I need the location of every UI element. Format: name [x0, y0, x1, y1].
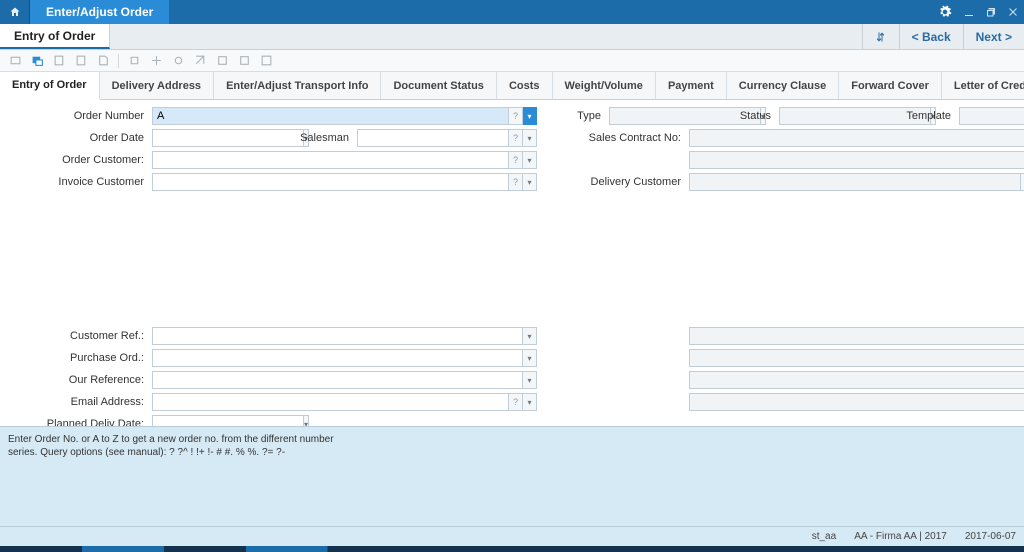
tab-payment[interactable]: Payment	[656, 72, 727, 99]
restore-button[interactable]	[980, 0, 1002, 24]
our-ref-input[interactable]	[152, 371, 523, 389]
tool-icon-4[interactable]	[72, 52, 90, 70]
template-input[interactable]	[959, 107, 1024, 125]
tool-icon-9[interactable]	[191, 52, 209, 70]
tool-icon-12[interactable]	[257, 52, 275, 70]
tab-weight-volume[interactable]: Weight/Volume	[553, 72, 656, 99]
customer-ref-dropdown[interactable]: ▾	[523, 327, 537, 345]
email-dropdown[interactable]: ▾	[523, 393, 537, 411]
status-bar: st_aa AA - Firma AA | 2017 2017-06-07	[0, 526, 1024, 546]
app-title-tab: Enter/Adjust Order	[30, 0, 169, 24]
tool-icon-5[interactable]	[94, 52, 112, 70]
close-button[interactable]	[1002, 0, 1024, 24]
tool-icon-3[interactable]	[50, 52, 68, 70]
tab-forward-cover[interactable]: Forward Cover	[839, 72, 942, 99]
label-email: Email Address:	[2, 396, 152, 408]
tool-icon-7[interactable]	[147, 52, 165, 70]
home-button[interactable]	[0, 0, 30, 24]
tool-icon-6[interactable]	[125, 52, 143, 70]
label-order-date: Order Date	[2, 132, 152, 144]
label-salesman: Salesman	[272, 132, 357, 144]
minimize-button[interactable]	[958, 0, 980, 24]
label-planned-deliv: Planned Deliv Date:	[2, 418, 152, 426]
task-strip	[0, 546, 1024, 552]
blank-right-3[interactable]	[689, 349, 1024, 367]
label-sales-contract: Sales Contract No:	[539, 132, 689, 144]
blank-right-5[interactable]	[689, 393, 1024, 411]
planned-deliv-dropdown[interactable]: ▾	[304, 415, 309, 426]
status-company: AA - Firma AA | 2017	[854, 531, 947, 542]
blank-right-4[interactable]	[689, 371, 1024, 389]
blank-right-1[interactable]	[689, 151, 1024, 169]
next-button[interactable]: Next >	[963, 24, 1024, 49]
label-purchase-ord: Purchase Ord.:	[2, 352, 152, 364]
tab-letter-of-credit[interactable]: Letter of Credit	[942, 72, 1024, 99]
toolbar	[0, 50, 1024, 72]
tab-costs[interactable]: Costs	[497, 72, 553, 99]
salesman-dropdown[interactable]: ▾	[523, 129, 537, 147]
order-customer-lookup[interactable]: ?	[509, 151, 523, 169]
invoice-customer-lookup[interactable]: ?	[509, 173, 523, 191]
order-customer-dropdown[interactable]: ▾	[523, 151, 537, 169]
order-number-input[interactable]	[152, 107, 509, 125]
label-customer-ref: Customer Ref.:	[2, 330, 152, 342]
invoice-customer-dropdown[interactable]: ▾	[523, 173, 537, 191]
label-type: Type	[539, 110, 609, 122]
order-number-dropdown[interactable]: ▾	[523, 107, 537, 125]
tab-delivery-address[interactable]: Delivery Address	[100, 72, 214, 99]
tool-icon-8[interactable]	[169, 52, 187, 70]
sales-contract-input[interactable]	[689, 129, 1024, 147]
order-number-lookup[interactable]: ?	[509, 107, 523, 125]
back-button[interactable]: < Back	[899, 24, 963, 49]
salesman-input[interactable]	[357, 129, 509, 147]
planned-deliv-input[interactable]	[152, 415, 304, 426]
sort-button[interactable]	[862, 24, 899, 49]
tool-icon-1[interactable]	[6, 52, 24, 70]
tab-entry-of-order[interactable]: Entry of Order	[0, 72, 100, 100]
label-status: Status	[699, 110, 779, 122]
tool-icon-2[interactable]	[28, 52, 46, 70]
tool-icon-10[interactable]	[213, 52, 231, 70]
order-customer-input[interactable]	[152, 151, 509, 169]
label-order-number: Order Number	[2, 110, 152, 122]
label-template: Template	[869, 110, 959, 122]
tool-icon-11[interactable]	[235, 52, 253, 70]
status-user: st_aa	[812, 531, 836, 542]
settings-button[interactable]	[932, 0, 958, 24]
detail-tabs: Entry of Order Delivery Address Enter/Ad…	[0, 72, 1024, 100]
tab-document-status[interactable]: Document Status	[381, 72, 496, 99]
label-order-customer: Order Customer:	[2, 154, 152, 166]
label-delivery-customer: Delivery Customer	[539, 176, 689, 188]
tab-currency-clause[interactable]: Currency Clause	[727, 72, 839, 99]
purchase-ord-dropdown[interactable]: ▾	[523, 349, 537, 367]
salesman-lookup[interactable]: ?	[509, 129, 523, 147]
status-date: 2017-06-07	[965, 531, 1016, 542]
email-lookup[interactable]: ?	[509, 393, 523, 411]
blank-right-2[interactable]	[689, 327, 1024, 345]
email-input[interactable]	[152, 393, 509, 411]
label-our-ref: Our Reference:	[2, 374, 152, 386]
hint-text: Enter Order No. or A to Z to get a new o…	[0, 426, 1024, 526]
delivery-customer-input[interactable]	[689, 173, 1021, 191]
our-ref-dropdown[interactable]: ▾	[523, 371, 537, 389]
purchase-ord-input[interactable]	[152, 349, 523, 367]
customer-ref-input[interactable]	[152, 327, 523, 345]
invoice-customer-input[interactable]	[152, 173, 509, 191]
tab-transport-info[interactable]: Enter/Adjust Transport Info	[214, 72, 381, 99]
page-tab[interactable]: Entry of Order	[0, 24, 110, 49]
label-invoice-customer: Invoice Customer	[2, 176, 152, 188]
